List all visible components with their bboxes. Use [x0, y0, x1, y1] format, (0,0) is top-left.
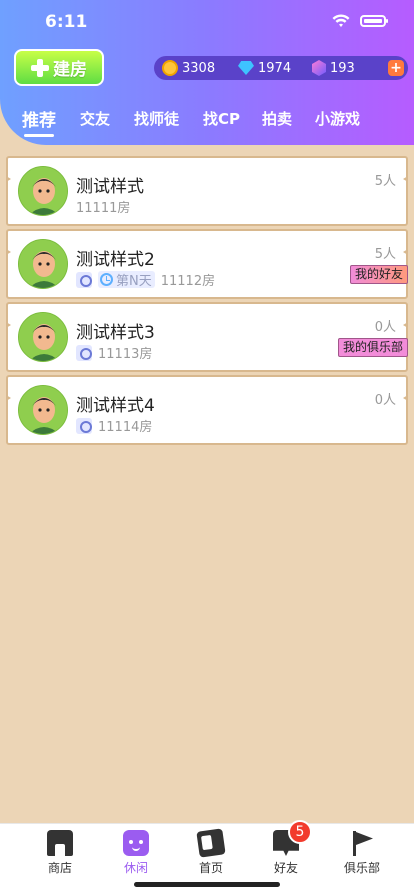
room-name: 测试样式3: [76, 323, 155, 343]
tab-leisure[interactable]: 休闲: [106, 830, 166, 876]
level-icon: [76, 417, 92, 434]
friend-badge: 我的好友: [349, 265, 408, 284]
day-tag: 第N天: [98, 271, 155, 289]
room-id: 11113房: [98, 347, 153, 362]
room-name: 测试样式2: [76, 250, 155, 270]
category-tabs: 推荐 交友 找师徒 找CP 拍卖 小游戏: [0, 106, 414, 137]
avatar: [18, 385, 68, 435]
build-room-button[interactable]: 建房: [14, 49, 104, 86]
room-meta: 11113房: [76, 343, 152, 362]
tab-minigames[interactable]: 小游戏: [315, 108, 360, 129]
level-icon: [76, 271, 92, 288]
room-card[interactable]: 测试样式3 11113房 0人 我的俱乐部: [6, 302, 408, 372]
add-currency-button[interactable]: +: [388, 60, 404, 76]
coin-balance: 3308: [162, 60, 215, 76]
room-count: 0人: [374, 393, 396, 408]
room-id: 11114房: [98, 420, 153, 435]
tab-auction[interactable]: 拍卖: [262, 108, 292, 129]
top-header: 6:11 建房 3308 1974 193 + 推荐 交友 找师徒 找CP 拍卖…: [0, 0, 414, 145]
tab-mentor[interactable]: 找师徒: [134, 108, 179, 129]
room-count: 5人: [374, 174, 396, 189]
clock-icon: [100, 273, 113, 286]
coin-icon: [162, 60, 178, 76]
room-id: 11111房: [76, 201, 131, 216]
card-icon: [196, 828, 226, 858]
room-card[interactable]: 测试样式2 第N天 11112房 5人 我的好友: [6, 229, 408, 299]
build-room-label: 建房: [53, 60, 87, 80]
status-time: 6:11: [45, 12, 88, 32]
room-meta: 第N天 11112房: [76, 270, 215, 289]
tab-friends-bottom[interactable]: 好友 5: [256, 820, 316, 876]
status-icons: [332, 14, 388, 28]
room-count: 0人: [374, 320, 396, 335]
level-icon: [76, 344, 92, 361]
flag-icon: [350, 830, 374, 856]
avatar: [18, 166, 68, 216]
room-card[interactable]: 测试样式4 11114房 0人: [6, 375, 408, 445]
plus-icon: [31, 58, 49, 77]
currency-bar: 3308 1974 193 +: [154, 56, 408, 80]
tab-club[interactable]: 俱乐部: [332, 830, 392, 876]
shop-icon: [47, 830, 73, 856]
club-badge: 我的俱乐部: [337, 338, 408, 357]
cup-icon: [123, 830, 149, 856]
avatar: [18, 239, 68, 289]
diamond-icon: [238, 61, 254, 75]
tab-cp[interactable]: 找CP: [203, 108, 240, 129]
bottom-tab-bar: 商店 休闲 首页 好友 5 俱乐部: [0, 820, 414, 896]
gem-icon: [312, 60, 326, 76]
tab-home[interactable]: 首页: [181, 828, 241, 876]
gem-balance: 193: [312, 60, 355, 76]
room-name: 测试样式: [76, 177, 144, 197]
room-name: 测试样式4: [76, 396, 155, 416]
notification-badge: 5: [288, 820, 312, 844]
diamond-balance: 1974: [238, 61, 291, 76]
tab-shop[interactable]: 商店: [30, 830, 90, 876]
tab-friends[interactable]: 交友: [80, 108, 110, 129]
avatar: [18, 312, 68, 362]
battery-icon: [360, 15, 388, 27]
tab-recommend[interactable]: 推荐: [22, 106, 56, 137]
room-id: 11112房: [160, 274, 216, 289]
wifi-icon: [332, 14, 350, 27]
home-indicator: [134, 882, 280, 887]
room-count: 5人: [374, 247, 396, 262]
room-card[interactable]: 测试样式 11111房 5人: [6, 156, 408, 226]
room-meta: 11114房: [76, 416, 152, 435]
